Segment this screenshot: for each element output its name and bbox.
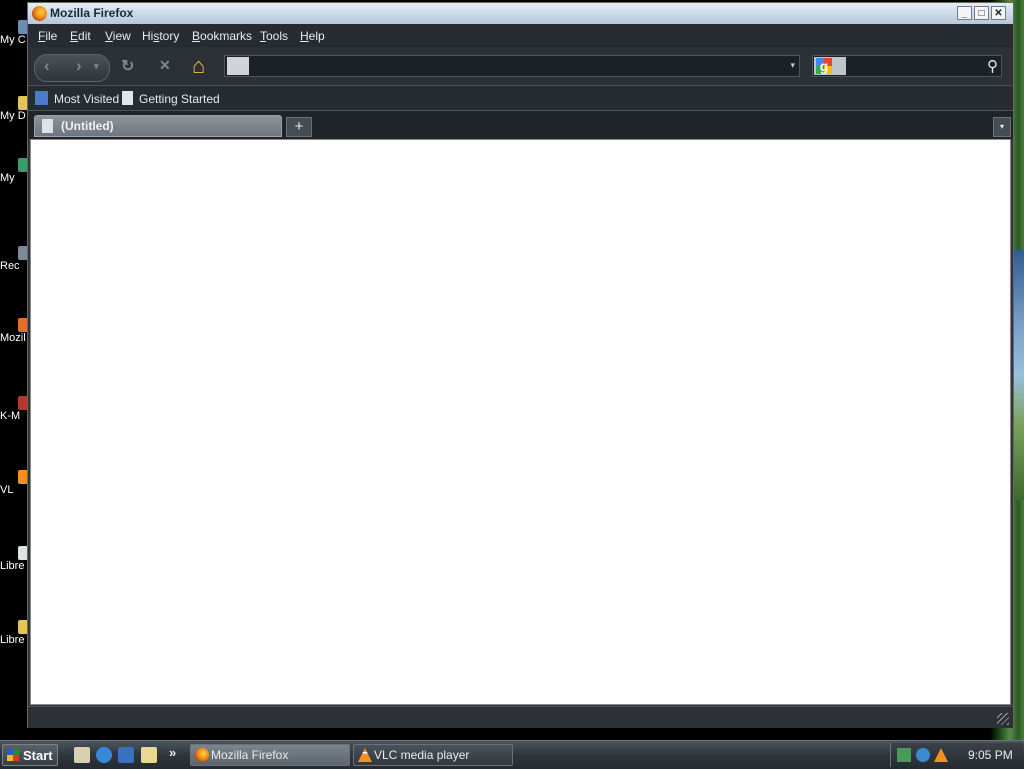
search-icon[interactable]: ⚲ [987,57,998,75]
desktop-icon-k-meleon[interactable]: K-M [0,396,30,422]
start-button[interactable]: Start [2,744,58,766]
window-title: Mozilla Firefox [50,6,134,20]
firefox-icon [195,748,209,762]
show-desktop-icon[interactable] [74,747,90,763]
desktop-icon-my-network[interactable]: My [0,158,30,184]
menu-help[interactable]: Help [300,29,325,43]
firefox-window: Mozilla Firefox _ □ ✕ File Edit View His… [27,2,1014,728]
desktop-icon-my-computer[interactable]: My C [0,20,30,46]
back-button[interactable]: ‹ [44,56,50,76]
vlc-cone-icon [358,748,372,762]
most-visited-icon [35,91,48,105]
tab-untitled[interactable]: (Untitled) [34,115,282,137]
menu-view[interactable]: View [105,29,131,43]
title-bar[interactable]: Mozilla Firefox _ □ ✕ [28,3,1013,25]
system-tray: 9:05 PM [890,743,1023,767]
taskbar-task-firefox[interactable]: Mozilla Firefox [190,744,350,766]
menu-bookmarks[interactable]: Bookmarks [192,29,252,43]
navigation-toolbar: ‹ › ▾ ↻ ✕ ⌂ ▾ g ⚲ [28,47,1013,86]
taskbar-task-vlc[interactable]: VLC media player [353,744,513,766]
search-input[interactable] [851,58,975,76]
new-tab-button[interactable]: + [286,117,312,137]
clock[interactable]: 9:05 PM [968,748,1013,762]
desktop-icon-my-documents[interactable]: My D [0,96,30,122]
page-icon [42,119,53,133]
taskbar: Start » Mozilla Firefox VLC media player… [0,740,1024,769]
network-tray-icon[interactable] [897,748,911,762]
desktop-icon-recycle-bin[interactable]: Rec [0,246,30,272]
menu-history[interactable]: History [142,29,179,43]
explorer-search-icon[interactable] [141,747,157,763]
home-button[interactable]: ⌂ [192,53,205,79]
minimize-button[interactable]: _ [957,6,972,20]
update-tray-icon[interactable] [916,748,930,762]
desktop-icon-vlc[interactable]: VL [0,470,30,496]
url-bar[interactable]: ▾ [224,55,800,77]
menu-tools[interactable]: Tools [260,29,288,43]
windows-logo-icon [7,749,19,761]
maximize-button[interactable]: □ [974,6,989,20]
outlook-express-icon[interactable] [118,747,134,763]
search-engine-button[interactable]: g [814,57,846,75]
reload-button[interactable]: ↻ [121,56,134,76]
desktop-icon-libreoffice-folder[interactable]: Libre [0,620,30,646]
google-icon: g [816,58,832,74]
firefox-icon[interactable] [32,6,47,21]
forward-button[interactable]: › [76,56,82,76]
resize-grip-icon[interactable] [997,713,1009,725]
menu-bar: File Edit View History Bookmarks Tools H… [28,24,1013,48]
desktop-icon-libreoffice[interactable]: Libre [0,546,30,572]
history-dropdown-icon[interactable]: ▾ [94,61,99,72]
page-content[interactable] [30,139,1011,705]
tab-strip: (Untitled) + ▾ [28,111,1013,139]
internet-explorer-icon[interactable] [96,747,112,763]
menu-file[interactable]: File [38,29,57,43]
search-bar[interactable]: g ⚲ [812,55,1002,77]
vlc-tray-icon[interactable] [934,748,948,762]
quicklaunch-more-icon[interactable]: » [169,745,176,760]
bookmark-getting-started[interactable]: Getting Started [122,91,220,106]
menu-edit[interactable]: Edit [70,29,91,43]
url-dropdown-icon[interactable]: ▾ [790,60,795,71]
page-icon [227,57,249,75]
stop-button[interactable]: ✕ [159,57,171,74]
bookmarks-toolbar: Most Visited Getting Started [28,86,1013,111]
list-all-tabs-button[interactable]: ▾ [993,117,1011,137]
close-button[interactable]: ✕ [991,6,1006,20]
desktop-icon-mozilla-firefox[interactable]: Mozil [0,318,30,344]
tab-title: (Untitled) [61,119,114,133]
url-input[interactable] [253,58,787,76]
status-bar [28,706,1013,728]
bookmark-most-visited[interactable]: Most Visited [35,91,119,106]
page-icon [122,91,133,105]
